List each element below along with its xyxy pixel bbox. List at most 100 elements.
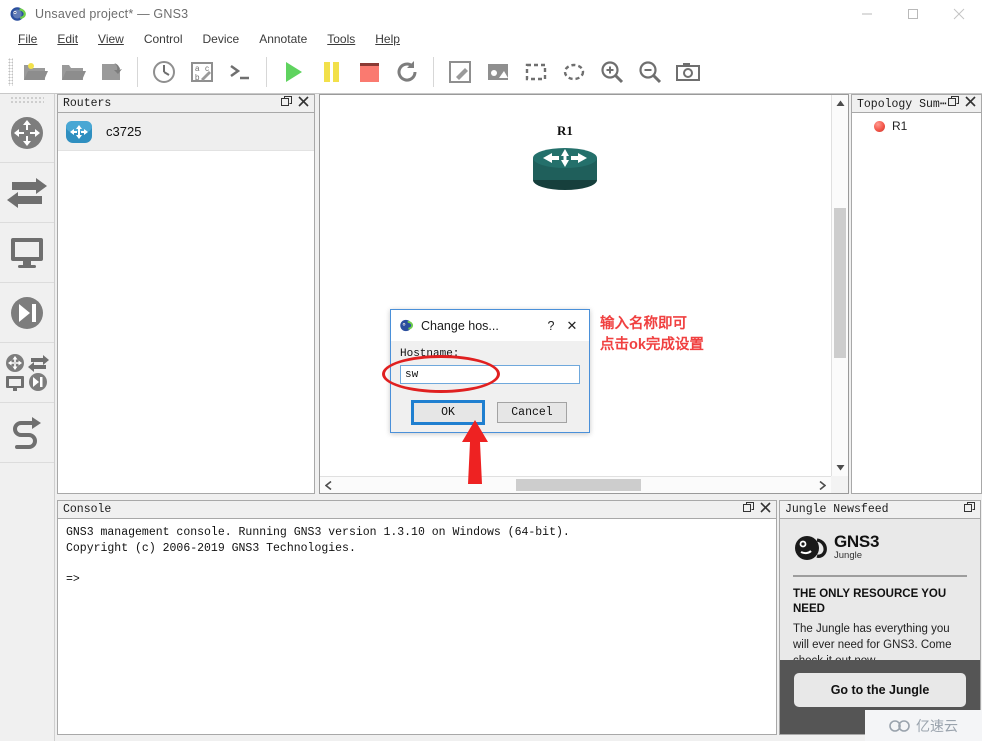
menu-device[interactable]: Device [193,30,250,48]
go-to-jungle-button[interactable]: Go to the Jungle [794,673,966,707]
list-item[interactable]: c3725 [58,113,314,151]
save-project-icon[interactable] [92,53,130,91]
menu-file-label: File [18,32,38,46]
pause-all-icon[interactable] [312,53,350,91]
link-cable-icon [13,416,41,449]
console-panel-title-bar: Console [57,500,777,518]
sidebar-item-security-devices[interactable] [0,283,54,343]
horizontal-scroll-thumb[interactable] [516,479,641,491]
draw-rectangle-icon[interactable] [517,53,555,91]
screen-capture-icon[interactable] [669,53,707,91]
dialog-help-button[interactable]: ? [541,319,561,333]
scroll-up-arrow[interactable] [832,95,849,112]
topology-node-list[interactable]: R1 [851,112,982,494]
watermark-label: 亿速云 [916,717,958,734]
close-icon[interactable] [298,96,309,111]
window-title: Unsaved project* — GNS3 [35,7,189,21]
menu-view[interactable]: View [88,30,134,48]
close-icon[interactable] [760,502,771,517]
sidebar-item-switches[interactable] [0,163,54,223]
zoom-in-icon[interactable] [593,53,631,91]
canvas-vertical-scrollbar[interactable] [831,95,848,476]
toolbar-separator [137,56,138,87]
undock-icon[interactable] [964,502,975,517]
topology-canvas-panel: R1 [319,94,849,494]
menu-help-label: Help [375,32,400,46]
undock-icon[interactable] [743,502,754,517]
hostname-label: Hostname: [400,348,460,360]
menu-bar: File Edit View Control Device Annotate T… [0,28,982,50]
close-button[interactable] [936,0,982,28]
device-category-rail [0,94,55,741]
sidebar-item-routers[interactable] [0,103,54,163]
new-project-icon[interactable] [16,53,54,91]
hostname-input[interactable]: sw [400,365,580,384]
device-label: c3725 [106,124,142,139]
minimize-button[interactable] [844,0,890,28]
menu-file[interactable]: File [8,30,47,48]
cancel-button[interactable]: Cancel [497,402,567,423]
dialog-close-button[interactable]: ✕ [561,318,583,334]
toolbar-grip[interactable] [8,57,13,86]
firewall-icon [11,296,43,329]
gns3-chameleon-icon [400,319,414,332]
annotation-text-line2: 点击ok完成设置 [600,337,704,354]
maximize-button[interactable] [890,0,936,28]
cloud-icon [889,719,910,732]
close-icon[interactable] [965,96,976,111]
console-prompt-icon[interactable] [221,53,259,91]
console-panel-title: Console [63,503,112,516]
topology-panel-title: Topology Sum⋯ [857,98,947,111]
status-led-icon [874,120,885,132]
newsfeed-logo-subtitle: Jungle [834,550,862,562]
switch-icon [7,177,47,208]
newsfeed-logo-title: GNS3 [834,532,880,552]
newsfeed-logo-text: GNS3 Jungle [834,533,879,562]
routers-panel: Routers c3725 [57,94,315,494]
menu-control-label: Control [143,32,183,46]
menu-annotate-label: Annotate [259,32,308,46]
open-project-icon[interactable] [54,53,92,91]
routers-device-list[interactable]: c3725 [57,112,315,494]
menu-annotate[interactable]: Annotate [249,30,317,48]
reload-all-icon[interactable] [388,53,426,91]
canvas-horizontal-scrollbar[interactable] [320,476,831,493]
window-controls [844,0,982,28]
sidebar-item-end-devices[interactable] [0,223,54,283]
zoom-out-icon[interactable] [631,53,669,91]
newsfeed-panel-title-bar: Jungle Newsfeed [779,500,981,518]
gns3-jungle-logo-icon [795,536,827,560]
screenshot-abc-icon[interactable]: a c b [183,53,221,91]
console-panel: Console GNS3 management console. Running… [57,500,777,735]
menu-control[interactable]: Control [134,30,193,48]
canvas-node-r1[interactable]: R1 [520,123,610,195]
stop-all-icon[interactable] [350,53,388,91]
menu-tools[interactable]: Tools [317,30,365,48]
annotation-arrow-ok [462,420,488,484]
all-devices-icon [6,353,49,391]
scroll-right-arrow[interactable] [814,477,831,494]
newsfeed-logo-row: GNS3 Jungle [793,533,967,563]
sidebar-item-all-devices[interactable] [0,343,54,403]
jungle-newsfeed-panel: Jungle Newsfeed GNS3 Jungle THE ONLY RES… [779,500,981,735]
console-output[interactable]: GNS3 management console. Running GNS3 ve… [57,518,777,735]
router-3d-icon [533,148,597,190]
add-note-icon[interactable] [441,53,479,91]
sidebar-item-add-link[interactable] [0,403,54,463]
scroll-left-arrow[interactable] [320,477,337,494]
topology-summary-panel: Topology Sum⋯ R1 [851,94,982,494]
list-item[interactable]: R1 [852,113,981,133]
scroll-down-arrow[interactable] [832,459,849,476]
undock-icon[interactable] [948,96,959,111]
draw-ellipse-icon[interactable] [555,53,593,91]
undock-icon[interactable] [281,96,292,111]
rail-grip[interactable] [10,96,44,103]
start-all-icon[interactable] [274,53,312,91]
main-toolbar: a c b [0,50,982,94]
vertical-scroll-thumb[interactable] [834,208,846,358]
insert-image-icon[interactable] [479,53,517,91]
menu-help[interactable]: Help [365,30,410,48]
toolbar-separator [433,56,434,87]
menu-edit[interactable]: Edit [47,30,88,48]
snapshot-clock-icon[interactable] [145,53,183,91]
